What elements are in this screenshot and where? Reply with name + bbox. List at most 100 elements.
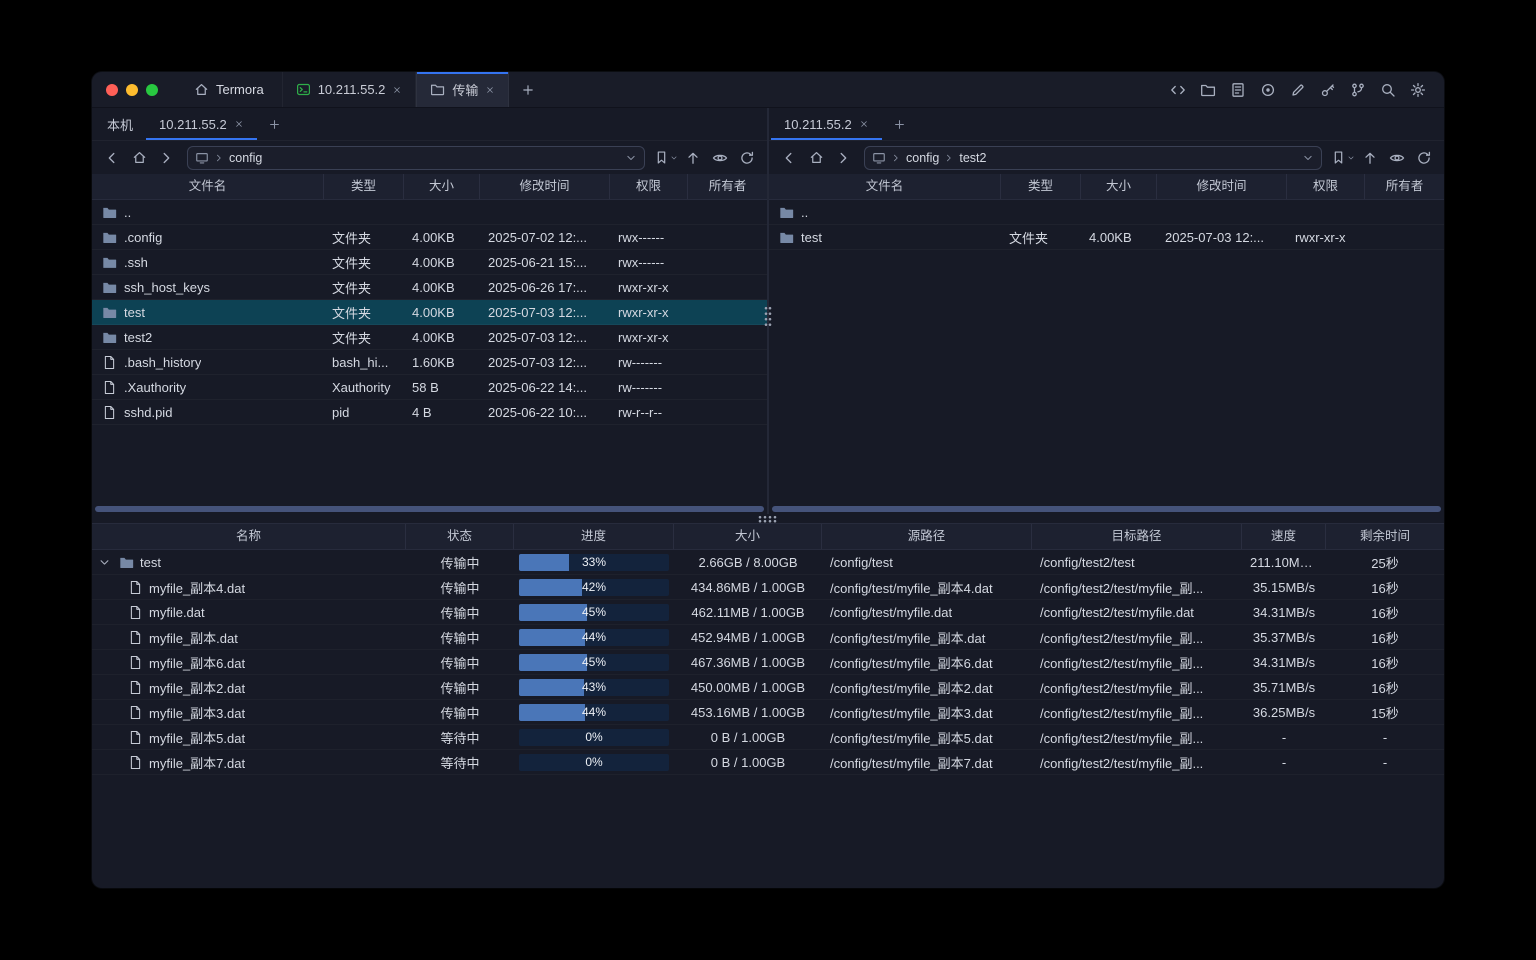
column-header[interactable]: 源路径 xyxy=(822,524,1032,549)
transfer-table-header: 名称状态进度大小源路径目标路径速度剩余时间 xyxy=(92,523,1444,550)
path-segment[interactable]: test2 xyxy=(959,151,986,165)
column-header[interactable]: 大小 xyxy=(1081,174,1157,199)
record-button[interactable] xyxy=(1255,77,1280,102)
file-row[interactable]: .. xyxy=(769,200,1444,225)
file-row[interactable]: .bash_historybash_hi...1.60KB2025-07-03 … xyxy=(92,350,767,375)
transfer-row[interactable]: myfile_副本6.dat传输中45%467.36MB / 1.00GB/co… xyxy=(92,650,1444,675)
edit-button[interactable] xyxy=(1285,77,1310,102)
key-button[interactable] xyxy=(1315,77,1340,102)
close-icon[interactable] xyxy=(485,85,495,95)
log-button[interactable] xyxy=(1225,77,1250,102)
transfer-row[interactable]: myfile_副本5.dat等待中0%0 B / 1.00GB/config/t… xyxy=(92,725,1444,750)
file-row[interactable]: test文件夹4.00KB2025-07-03 12:...rwxr-xr-x xyxy=(769,225,1444,250)
home-button[interactable] xyxy=(127,146,151,170)
path-breadcrumb[interactable]: config xyxy=(187,146,645,170)
transfer-row[interactable]: myfile_副本.dat传输中44%452.94MB / 1.00GB/con… xyxy=(92,625,1444,650)
column-header[interactable]: 所有者 xyxy=(1365,174,1444,199)
upload-button[interactable] xyxy=(1358,146,1382,170)
folder-button[interactable] xyxy=(1195,77,1220,102)
forward-button[interactable] xyxy=(831,146,855,170)
branch-button[interactable] xyxy=(1345,77,1370,102)
transfer-row[interactable]: myfile_副本7.dat等待中0%0 B / 1.00GB/config/t… xyxy=(92,750,1444,775)
file-name: .bash_history xyxy=(124,355,201,370)
tab-local[interactable]: 本机 xyxy=(94,108,146,140)
column-header[interactable]: 大小 xyxy=(674,524,822,549)
file-row[interactable]: .XauthorityXauthority58 B2025-06-22 14:.… xyxy=(92,375,767,400)
path-breadcrumb[interactable]: config test2 xyxy=(864,146,1322,170)
tab-remote[interactable]: 10.211.55.2 xyxy=(146,108,257,140)
panel-splitter[interactable] xyxy=(767,108,769,514)
refresh-button[interactable] xyxy=(1412,146,1436,170)
column-label: 大小 xyxy=(429,179,454,193)
tab-remote[interactable]: 10.211.55.2 xyxy=(771,108,882,140)
home-button[interactable] xyxy=(804,146,828,170)
column-header[interactable]: 剩余时间 xyxy=(1326,524,1444,549)
column-header[interactable]: 类型 xyxy=(1001,174,1081,199)
show-hidden-button[interactable] xyxy=(708,146,732,170)
show-hidden-button[interactable] xyxy=(1385,146,1409,170)
new-tab-button[interactable] xyxy=(509,72,547,107)
path-segment[interactable]: config xyxy=(229,151,262,165)
titlebar-tab-transfer[interactable]: 传输 xyxy=(416,72,509,107)
titlebar-tab-host[interactable]: 10.211.55.2 xyxy=(282,72,417,107)
column-header[interactable]: 权限 xyxy=(1287,174,1365,199)
file-row[interactable]: .. xyxy=(92,200,767,225)
file-row[interactable]: ssh_host_keys文件夹4.00KB2025-06-26 17:...r… xyxy=(92,275,767,300)
column-header[interactable]: 状态 xyxy=(406,524,514,549)
zoom-window-button[interactable] xyxy=(146,84,158,96)
transfer-row[interactable]: myfile_副本3.dat传输中44%453.16MB / 1.00GB/co… xyxy=(92,700,1444,725)
column-header[interactable]: 类型 xyxy=(324,174,404,199)
bookmark-button[interactable] xyxy=(1331,146,1355,170)
close-icon[interactable] xyxy=(859,119,869,129)
column-header[interactable]: 修改时间 xyxy=(1157,174,1287,199)
column-header[interactable]: 修改时间 xyxy=(480,174,610,199)
file-row[interactable]: .config文件夹4.00KB2025-07-02 12:...rwx----… xyxy=(92,225,767,250)
column-header[interactable]: 所有者 xyxy=(688,174,767,199)
close-icon[interactable] xyxy=(234,119,244,129)
column-header[interactable]: 速度 xyxy=(1242,524,1326,549)
file-row[interactable]: sshd.pidpid4 B2025-06-22 10:...rw-r--r-- xyxy=(92,400,767,425)
add-panel-tab-button[interactable] xyxy=(882,108,917,140)
transfer-row[interactable]: test传输中33%2.66GB / 8.00GB/config/test/co… xyxy=(92,550,1444,575)
upload-button[interactable] xyxy=(681,146,705,170)
transfer-target-path: /config/test2/test xyxy=(1032,555,1242,570)
scrollbar-thumb[interactable] xyxy=(95,506,764,512)
file-name-cell: .config xyxy=(92,230,324,245)
code-button[interactable] xyxy=(1165,77,1190,102)
chevron-right-icon xyxy=(891,153,901,163)
column-header[interactable]: 进度 xyxy=(514,524,674,549)
minimize-window-button[interactable] xyxy=(126,84,138,96)
close-icon[interactable] xyxy=(392,85,402,95)
file-row[interactable]: test文件夹4.00KB2025-07-03 12:...rwxr-xr-x xyxy=(92,300,767,325)
progress-bar: 0% xyxy=(519,754,669,771)
close-window-button[interactable] xyxy=(106,84,118,96)
settings-button[interactable] xyxy=(1405,77,1430,102)
add-panel-tab-button[interactable] xyxy=(257,108,292,140)
bookmark-button[interactable] xyxy=(654,146,678,170)
transfer-row[interactable]: myfile_副本4.dat传输中42%434.86MB / 1.00GB/co… xyxy=(92,575,1444,600)
transfer-row[interactable]: myfile_副本2.dat传输中43%450.00MB / 1.00GB/co… xyxy=(92,675,1444,700)
column-header[interactable]: 权限 xyxy=(610,174,688,199)
column-header[interactable]: 目标路径 xyxy=(1032,524,1242,549)
file-name: ssh_host_keys xyxy=(124,280,210,295)
forward-button[interactable] xyxy=(154,146,178,170)
transfer-splitter[interactable] xyxy=(92,514,1444,523)
column-header[interactable]: 大小 xyxy=(404,174,480,199)
search-button[interactable] xyxy=(1375,77,1400,102)
transfer-name: myfile_副本7.dat xyxy=(149,753,245,772)
refresh-button[interactable] xyxy=(735,146,759,170)
back-button[interactable] xyxy=(100,146,124,170)
transfer-row[interactable]: myfile.dat传输中45%462.11MB / 1.00GB/config… xyxy=(92,600,1444,625)
transfer-speed: 36.25MB/s xyxy=(1242,705,1326,720)
file-row[interactable]: .ssh文件夹4.00KB2025-06-21 15:...rwx------ xyxy=(92,250,767,275)
column-header[interactable]: 文件名 xyxy=(769,174,1001,199)
collapse-icon[interactable] xyxy=(98,556,111,569)
column-header[interactable]: 名称 xyxy=(92,524,406,549)
path-segment[interactable]: config xyxy=(906,151,939,165)
column-header[interactable]: 文件名 xyxy=(92,174,324,199)
forward-icon xyxy=(835,150,851,166)
scrollbar-thumb[interactable] xyxy=(772,506,1441,512)
file-row[interactable]: test2文件夹4.00KB2025-07-03 12:...rwxr-xr-x xyxy=(92,325,767,350)
app-home-button[interactable]: Termora xyxy=(172,72,282,107)
back-button[interactable] xyxy=(777,146,801,170)
